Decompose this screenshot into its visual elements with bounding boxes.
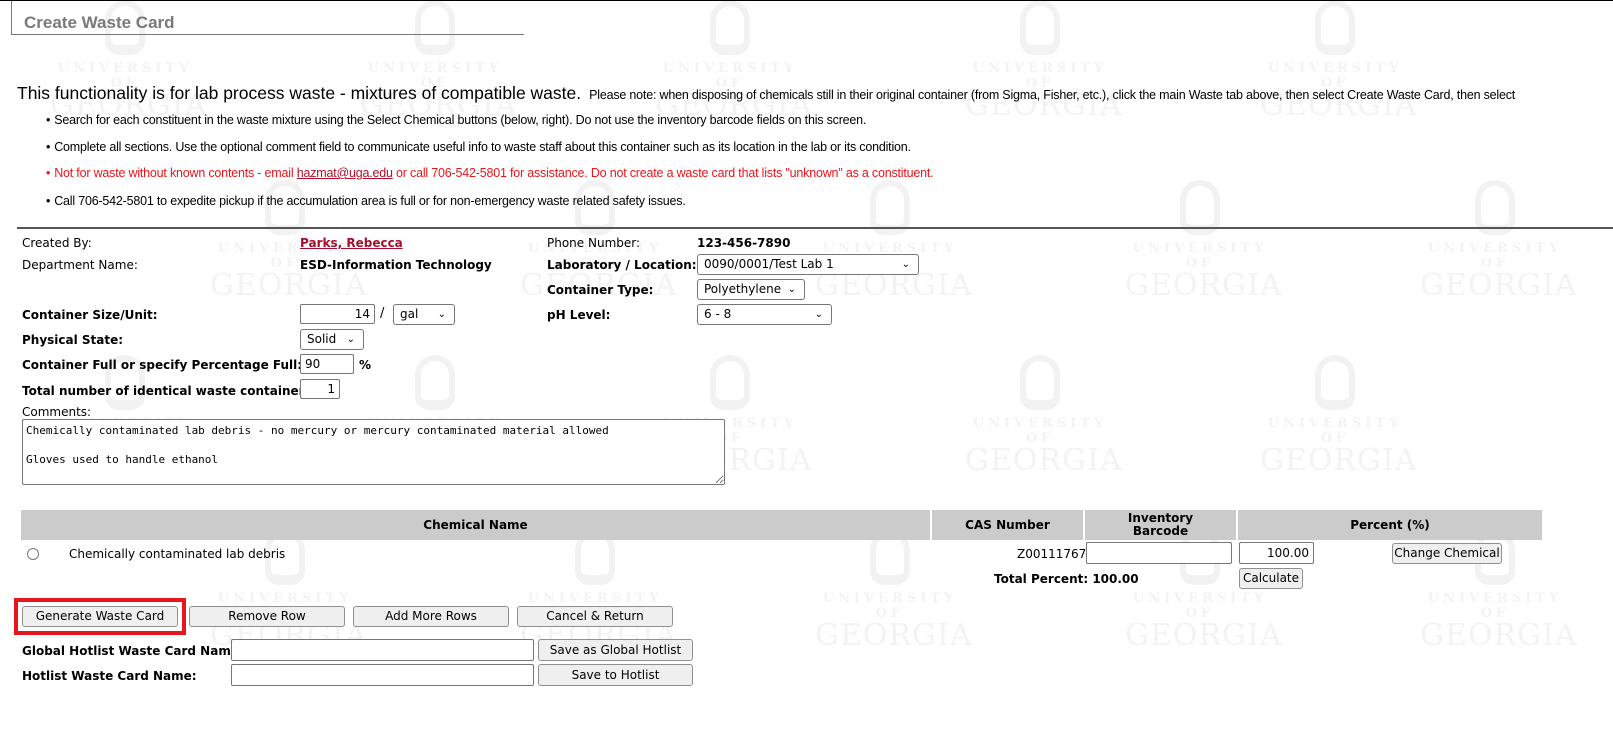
comments-label: Comments: (22, 405, 92, 419)
row-select-radio[interactable] (27, 548, 39, 560)
percent-full-label: Container Full or specify Percentage Ful… (22, 358, 303, 372)
created-by-label: Created By: (22, 236, 92, 250)
physical-state-select[interactable]: Solid ⌄ (300, 329, 364, 350)
container-count-input[interactable]: 1 (300, 379, 340, 399)
save-hotlist-button[interactable]: Save to Hotlist (538, 664, 693, 686)
container-size-input[interactable]: 14 (300, 304, 375, 324)
instruction-item: Call 706-542-5801 to expedite pickup if … (46, 194, 686, 208)
container-type-label: Container Type: (547, 283, 654, 297)
change-chemical-button[interactable]: Change Chemical (1392, 543, 1502, 564)
container-count-label: Total number of identical waste containe… (22, 384, 317, 398)
container-size-label: Container Size/Unit: (22, 308, 158, 322)
section-divider (17, 227, 1613, 229)
instruction-item-warning: Not for waste without known contents - e… (46, 166, 933, 180)
chevron-down-icon: ⌄ (787, 284, 796, 295)
chevron-down-icon: ⌄ (346, 334, 355, 345)
unit-select[interactable]: gal ⌄ (393, 304, 455, 325)
cas-number: Z00111767 (1017, 547, 1087, 561)
generate-waste-card-button[interactable]: Generate Waste Card (22, 606, 178, 627)
ph-level-select[interactable]: 6 - 8 ⌄ (697, 304, 832, 325)
hotlist-label: Hotlist Waste Card Name: (22, 669, 197, 683)
global-hotlist-label: Global Hotlist Waste Card Name: (22, 644, 244, 658)
percent-input[interactable]: 100.00 (1239, 542, 1314, 564)
column-header-cas-number: CAS Number (932, 510, 1083, 540)
total-percent: Total Percent: 100.00 (994, 572, 1139, 586)
percent-full-unit: % (359, 358, 372, 372)
page-title-box: Create Waste Card (11, 1, 524, 35)
remove-row-button[interactable]: Remove Row (189, 606, 345, 627)
chevron-down-icon: ⌄ (437, 309, 446, 320)
cancel-return-button[interactable]: Cancel & Return (517, 606, 673, 627)
calculate-button[interactable]: Calculate (1239, 568, 1303, 589)
add-more-rows-button[interactable]: Add More Rows (353, 606, 509, 627)
chevron-down-icon: ⌄ (814, 309, 823, 320)
department-label: Department Name: (22, 258, 138, 272)
column-header-chemical-name: Chemical Name (21, 510, 930, 540)
chemical-name: Chemically contaminated lab debris (69, 547, 286, 561)
lab-location-select[interactable]: 0090/0001/Test Lab 1 ⌄ (697, 254, 919, 275)
phone-label: Phone Number: (547, 236, 641, 250)
chevron-down-icon: ⌄ (901, 259, 910, 270)
save-global-hotlist-button[interactable]: Save as Global Hotlist (538, 639, 693, 661)
size-unit-separator: / (380, 306, 385, 321)
column-header-percent: Percent (%) (1238, 510, 1542, 540)
instruction-item: Complete all sections. Use the optional … (46, 140, 911, 154)
intro-note: Please note: when disposing of chemicals… (589, 88, 1516, 102)
physical-state-label: Physical State: (22, 333, 124, 347)
global-hotlist-input[interactable] (231, 639, 534, 661)
intro-headline: This functionality is for lab process wa… (17, 83, 582, 103)
container-type-select[interactable]: Polyethylene ⌄ (697, 279, 805, 300)
column-header-inventory-barcode: Inventory Barcode (1085, 510, 1236, 540)
percent-full-input[interactable]: 90 (300, 354, 354, 374)
intro-text: This functionality is for lab process wa… (17, 83, 1515, 104)
hazmat-email-link[interactable]: hazmat@uga.edu (297, 166, 393, 180)
created-by-link[interactable]: Parks, Rebecca (300, 236, 403, 250)
inventory-barcode-input[interactable] (1086, 542, 1232, 564)
comments-textarea[interactable] (22, 419, 725, 485)
page-title: Create Waste Card (24, 13, 175, 32)
lab-location-label: Laboratory / Location: (547, 258, 697, 272)
phone-value: 123-456-7890 (697, 236, 791, 250)
hotlist-input[interactable] (231, 664, 534, 686)
ph-level-label: pH Level: (547, 308, 611, 322)
instruction-item: Search for each constituent in the waste… (46, 113, 866, 127)
department-value: ESD-Information Technology (300, 258, 492, 272)
